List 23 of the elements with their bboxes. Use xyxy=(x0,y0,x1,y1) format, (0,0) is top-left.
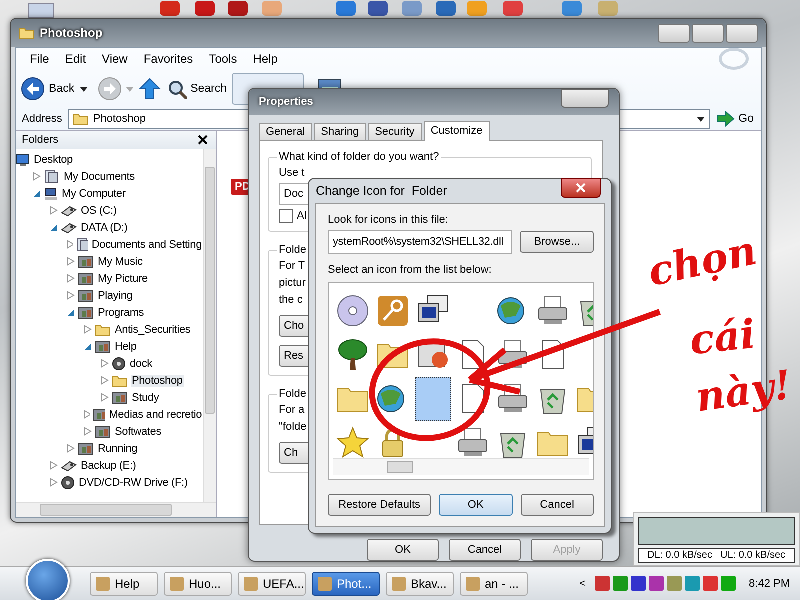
handwritten-note: cái xyxy=(688,314,758,362)
description-text: pictur xyxy=(279,277,306,290)
address-label: Address xyxy=(22,113,62,125)
description-text: For T xyxy=(279,260,306,273)
description-text: the c xyxy=(279,294,303,307)
field-label: Use t xyxy=(279,167,305,179)
dialog-title: Change Icon for Folder xyxy=(316,184,448,198)
handwritten-note: chọn xyxy=(645,231,760,293)
group-title: Folde xyxy=(278,388,308,400)
handwritten-note: này! xyxy=(694,366,794,418)
download-rate: DL: 0.0 kB/sec xyxy=(647,550,712,561)
clock: 8:42 PM xyxy=(749,578,790,590)
upload-rate: UL: 0.0 kB/sec xyxy=(720,550,786,561)
field-label: Select an icon from the list below: xyxy=(328,264,493,276)
dialog-title: Properties xyxy=(259,96,314,108)
description-text: For a xyxy=(279,404,305,417)
field-label: Look for icons in this file: xyxy=(328,214,450,226)
description-text: "folde xyxy=(279,421,307,434)
checkbox-label: Al xyxy=(297,210,307,222)
pane-title: Folders xyxy=(22,134,59,146)
window-title: Photoshop xyxy=(40,26,103,40)
group-title: Folde xyxy=(278,244,308,256)
group-title: What kind of folder do you want? xyxy=(278,151,440,163)
